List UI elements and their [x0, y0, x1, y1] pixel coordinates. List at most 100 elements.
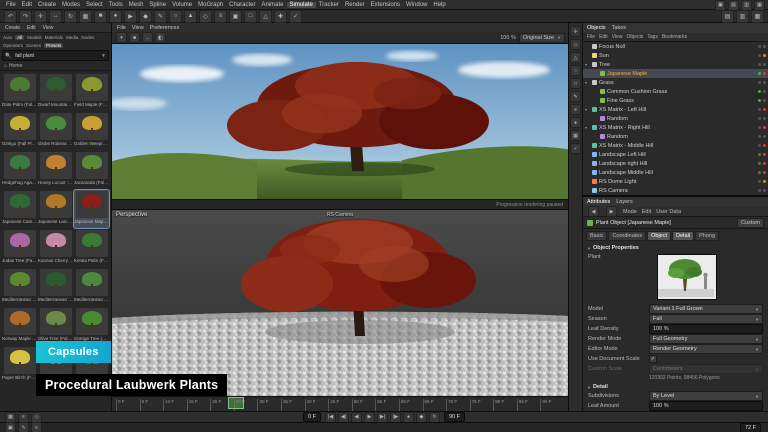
mode-icon[interactable]: □	[570, 78, 581, 89]
asset-item[interactable]: Olive Tree (Fall Plant)	[38, 307, 73, 345]
object-state-dots[interactable]	[756, 117, 766, 120]
object-state-dots[interactable]	[756, 153, 766, 156]
menu-item[interactable]: Simulate	[287, 2, 316, 8]
object-name[interactable]: Grass	[599, 80, 754, 86]
transport-button[interactable]: |▶	[390, 412, 401, 423]
layout-icon[interactable]: ▣	[715, 0, 726, 11]
attribute-tab[interactable]: Attributes	[587, 199, 610, 205]
size-mode-dropdown[interactable]: Original Size ▼	[519, 33, 565, 43]
asset-item[interactable]: Norway Maple (Fall Plant)	[2, 307, 37, 345]
tool-icon[interactable]: ✛	[34, 10, 47, 23]
object-state-dots[interactable]	[756, 162, 766, 165]
mode-icon[interactable]: ▦	[570, 130, 581, 141]
object-name[interactable]: XS Matrix - Right Hill	[599, 125, 754, 131]
render-mode-dropdown[interactable]: Full Geometry▼	[649, 334, 763, 344]
object-manager-menu-item[interactable]: File	[587, 34, 595, 40]
menu-item[interactable]: Select	[83, 2, 106, 8]
panel-toggle-icon[interactable]: ▦	[751, 10, 764, 23]
status-icon[interactable]: ≡	[31, 422, 42, 432]
asset-filter-tab[interactable]: Nodes	[81, 35, 94, 40]
search-input[interactable]	[13, 52, 99, 60]
nav-back-icon[interactable]: ◀	[588, 206, 599, 217]
mode-icon[interactable]: ◇	[570, 39, 581, 50]
asset-filter-tab[interactable]: Materials	[45, 35, 63, 40]
asset-item[interactable]: Globe Robinia (Fall Plant)	[38, 112, 73, 150]
tool-icon[interactable]: ▲	[184, 10, 197, 23]
object-state-dots[interactable]	[756, 108, 766, 111]
object-row[interactable]: Landscape right Hill	[583, 159, 768, 168]
asset-section-tab[interactable]: Scenes	[26, 43, 41, 48]
leaf-amount-field[interactable]: 100 %	[649, 401, 763, 411]
asset-item[interactable]: Jacaranda (Fall Plant)	[74, 151, 109, 189]
record-button[interactable]: ●	[403, 412, 414, 423]
asset-item[interactable]: Mediterranean Fan Palm (Fall Plant)	[74, 268, 109, 306]
menu-item[interactable]: MoGraph	[195, 2, 226, 8]
menu-item[interactable]: File	[3, 2, 19, 8]
object-state-dots[interactable]	[756, 189, 766, 192]
menu-item[interactable]: Help	[430, 2, 448, 8]
asset-filter-tab[interactable]: Models	[27, 35, 42, 40]
mode-icon[interactable]: ○	[570, 65, 581, 76]
object-row[interactable]: Sun	[583, 51, 768, 60]
tool-icon[interactable]: ○	[169, 10, 182, 23]
object-state-dots[interactable]	[756, 135, 766, 138]
status-icon[interactable]: ✎	[18, 422, 29, 432]
transport-button[interactable]: |◀	[325, 412, 336, 423]
panel-toggle-icon[interactable]: ▤	[721, 10, 734, 23]
menu-item[interactable]: Create	[35, 2, 59, 8]
tool-icon[interactable]: ■	[94, 10, 107, 23]
breadcrumb[interactable]: ⌂ Home	[0, 62, 111, 71]
attribute-tab[interactable]: Layers	[616, 199, 633, 205]
object-row[interactable]: Random	[583, 114, 768, 123]
panel-toggle-icon[interactable]: ▥	[736, 10, 749, 23]
transport-button[interactable]: ◀|	[338, 412, 349, 423]
attribute-section-tab[interactable]: Coordinates	[608, 231, 646, 241]
timeline-tool-icon[interactable]: ≡	[18, 412, 29, 423]
asset-filter-tab[interactable]: All	[15, 35, 24, 40]
object-manager-menu-item[interactable]: View	[612, 34, 623, 40]
menu-item[interactable]: Modes	[59, 2, 83, 8]
object-state-dots[interactable]	[756, 45, 766, 48]
object-name[interactable]: Focus Null	[599, 44, 754, 50]
tool-icon[interactable]: ✓	[289, 10, 302, 23]
menu-item[interactable]: Edit	[19, 2, 35, 8]
transport-button[interactable]: ▶|	[377, 412, 388, 423]
object-state-dots[interactable]	[756, 126, 766, 129]
mode-icon[interactable]: ✎	[570, 91, 581, 102]
mode-menu[interactable]: Mode	[623, 209, 637, 215]
tool-icon[interactable]: ✎	[154, 10, 167, 23]
object-name[interactable]: Fine Grass	[607, 98, 754, 104]
current-frame-field[interactable]: 0 F	[303, 412, 321, 422]
mode-icon[interactable]: ≡	[570, 104, 581, 115]
object-name[interactable]: XS Matrix - Middle Hill	[599, 143, 754, 149]
viewport-label[interactable]: Perspective	[116, 212, 147, 218]
tool-icon[interactable]: ↔	[49, 10, 62, 23]
menu-item[interactable]: Mesh	[126, 2, 147, 8]
status-icon[interactable]: ▣	[5, 422, 16, 432]
object-manager-menu-item[interactable]: Tags	[647, 34, 658, 40]
mode-icon[interactable]: △	[570, 52, 581, 63]
layout-icon[interactable]: ▦	[754, 0, 765, 11]
object-manager-tab[interactable]: Objects	[587, 25, 606, 31]
tool-icon[interactable]: ▣	[229, 10, 242, 23]
tool-icon[interactable]: △	[259, 10, 272, 23]
render-tool-icon[interactable]: ■	[129, 32, 140, 43]
expand-arrow-icon[interactable]: ▾	[585, 62, 590, 67]
object-row[interactable]: ▾ Tree	[583, 60, 768, 69]
layout-icon[interactable]: ▤	[728, 0, 739, 11]
menu-item[interactable]: Volume	[169, 2, 195, 8]
object-manager-tab[interactable]: Takes	[612, 25, 626, 31]
menu-item[interactable]: Render	[342, 2, 368, 8]
asset-item[interactable]: Japanese Camellia (Fall Plant)	[2, 190, 37, 228]
expand-arrow-icon[interactable]: ▾	[585, 125, 590, 130]
nav-forward-icon[interactable]: ▶	[606, 206, 617, 217]
object-state-dots[interactable]	[756, 81, 766, 84]
object-name[interactable]: Tree	[599, 62, 754, 68]
tool-icon[interactable]: ◇	[199, 10, 212, 23]
menu-item[interactable]: Window	[403, 2, 430, 8]
custom-button[interactable]: Custom	[737, 218, 764, 228]
attribute-section-tab[interactable]: Phong	[695, 231, 719, 241]
asset-section-tab[interactable]: Operators	[3, 43, 23, 48]
render-view-menu-item[interactable]: File	[117, 25, 126, 31]
object-state-dots[interactable]	[756, 90, 766, 93]
